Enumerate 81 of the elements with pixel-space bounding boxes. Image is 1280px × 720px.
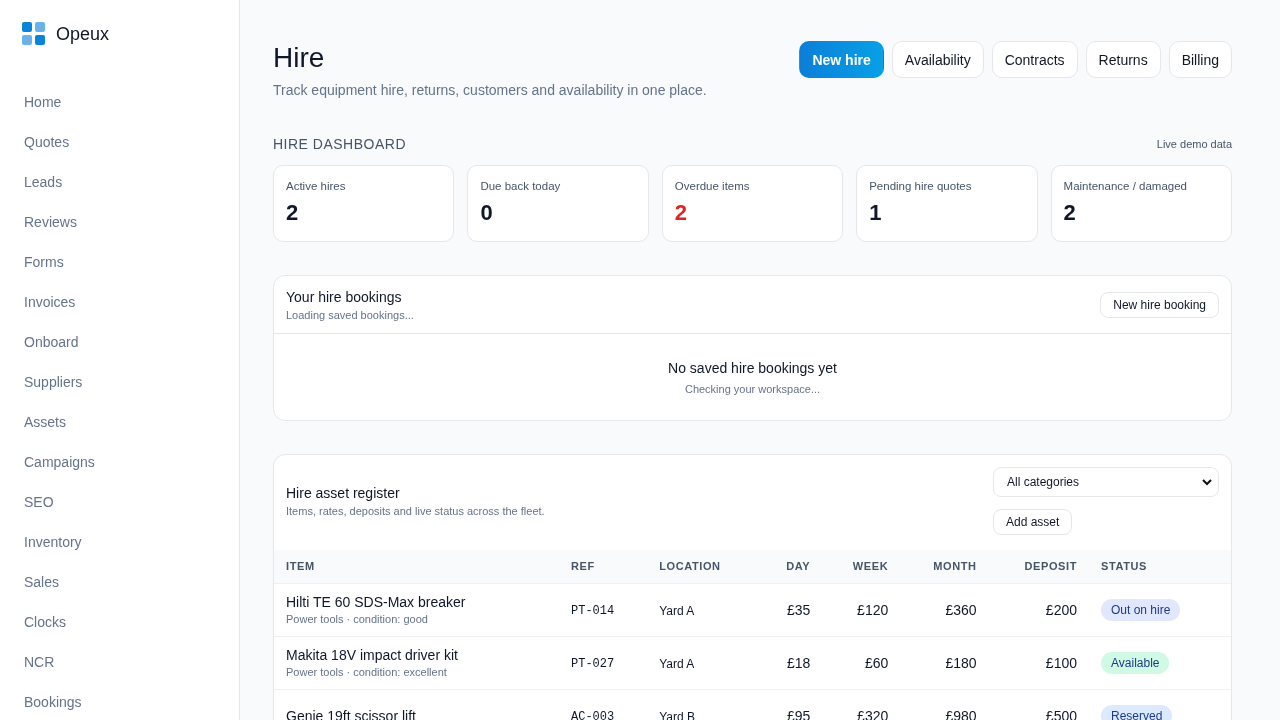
- sidebar-item[interactable]: NCR: [22, 642, 239, 682]
- sidebar-item[interactable]: Invoices: [22, 282, 239, 322]
- ref-code: PT-027: [571, 657, 615, 671]
- sidebar-item[interactable]: Onboard: [22, 322, 239, 362]
- sidebar-item[interactable]: SEO: [22, 482, 239, 522]
- stat-value: 2: [1063, 200, 1077, 226]
- stat-label: Pending hire quotes: [869, 180, 973, 192]
- ref-code: PT-014: [571, 604, 615, 618]
- action-button[interactable]: Availability: [891, 41, 984, 78]
- card-subtitle: Loading saved bookings...: [286, 309, 414, 321]
- item-detail: Power tools · condition: good: [286, 613, 429, 625]
- sidebar-item[interactable]: Quotes: [22, 122, 239, 162]
- column-header: ITEM: [274, 550, 559, 583]
- stat-label: Active hires: [286, 180, 347, 192]
- column-header: MONTH: [900, 550, 989, 583]
- item-detail: Power tools · condition: excellent: [286, 666, 448, 678]
- location-text: Yard B: [659, 709, 695, 720]
- new-booking-button[interactable]: New hire booking: [1100, 292, 1219, 318]
- stat-label: Due back today: [480, 180, 562, 192]
- sidebar-item[interactable]: Suppliers: [22, 362, 239, 402]
- empty-title: No saved hire bookings yet: [667, 360, 838, 376]
- column-header: DAY: [759, 550, 823, 583]
- stat-value: 2: [674, 200, 689, 226]
- sidebar-item[interactable]: Bookings: [22, 682, 239, 720]
- section-title: HIRE DASHBOARD: [273, 136, 407, 152]
- price-text: £360: [945, 601, 977, 618]
- sidebar-item[interactable]: Campaigns: [22, 442, 239, 482]
- item-name: Genie 19ft scissor lift: [286, 707, 417, 720]
- empty-subtitle: Checking your workspace...: [683, 383, 822, 395]
- stat-value: 2: [286, 200, 300, 226]
- sidebar-item[interactable]: Home: [22, 82, 239, 122]
- column-header: WEEK: [822, 550, 901, 583]
- page-title: Hire: [273, 41, 326, 75]
- status-badge: Reserved: [1101, 704, 1173, 720]
- add-asset-button[interactable]: Add asset: [993, 509, 1073, 535]
- card-title: Hire asset register: [286, 485, 401, 501]
- chevron-icon: [1202, 478, 1212, 486]
- location-text: Yard A: [659, 603, 695, 618]
- logo-icon: [22, 22, 46, 46]
- price-text: £980: [945, 707, 977, 720]
- action-button[interactable]: Billing: [1168, 41, 1232, 78]
- price-text: £200: [1045, 601, 1077, 618]
- price-text: £500: [1045, 707, 1077, 720]
- page-subtitle: Track equipment hire, returns, customers and availability in one place.: [273, 82, 707, 98]
- sidebar-item[interactable]: Clocks: [22, 602, 239, 642]
- action-button[interactable]: Contracts: [991, 41, 1078, 78]
- card-title: Your hire bookings: [286, 289, 403, 305]
- data-note: Live demo data: [1156, 138, 1232, 150]
- action-button[interactable]: Returns: [1085, 41, 1161, 78]
- stat-value: 1: [869, 200, 883, 226]
- item-name: Hilti TE 60 SDS-Max breaker: [286, 594, 467, 610]
- price-text: £18: [786, 654, 811, 671]
- stat-value: 0: [480, 200, 494, 226]
- column-header: REF: [559, 550, 648, 583]
- category-select[interactable]: All categories: [993, 467, 1219, 497]
- status-badge: Available: [1101, 651, 1170, 674]
- column-header: LOCATION: [647, 550, 760, 583]
- column-header: STATUS: [1089, 550, 1231, 583]
- price-text: £60: [864, 654, 889, 671]
- stat-label: Overdue items: [674, 180, 751, 192]
- price-text: £120: [857, 601, 889, 618]
- action-button[interactable]: New hire: [799, 41, 884, 78]
- ref-code: AC-003: [571, 710, 615, 720]
- item-name: Makita 18V impact driver kit: [286, 647, 459, 663]
- price-text: £100: [1045, 654, 1077, 671]
- location-text: Yard A: [659, 656, 695, 671]
- sidebar-item[interactable]: Assets: [22, 402, 239, 442]
- sidebar-item[interactable]: Reviews: [22, 202, 239, 242]
- brand-name: Opeux: [56, 23, 110, 45]
- price-text: £180: [945, 654, 977, 671]
- sidebar-item[interactable]: Forms: [22, 242, 239, 282]
- price-text: £95: [786, 707, 811, 720]
- card-subtitle: Items, rates, deposits and live status across the fleet.: [286, 505, 545, 517]
- stat-label: Maintenance / damaged: [1063, 180, 1188, 192]
- sidebar-item[interactable]: Inventory: [22, 522, 239, 562]
- column-header: DEPOSIT: [988, 550, 1089, 583]
- price-text: £320: [857, 707, 889, 720]
- sidebar-item[interactable]: Sales: [22, 562, 239, 602]
- status-badge: Out on hire: [1101, 598, 1181, 621]
- sidebar-item[interactable]: Leads: [22, 162, 239, 202]
- price-text: £35: [786, 601, 811, 618]
